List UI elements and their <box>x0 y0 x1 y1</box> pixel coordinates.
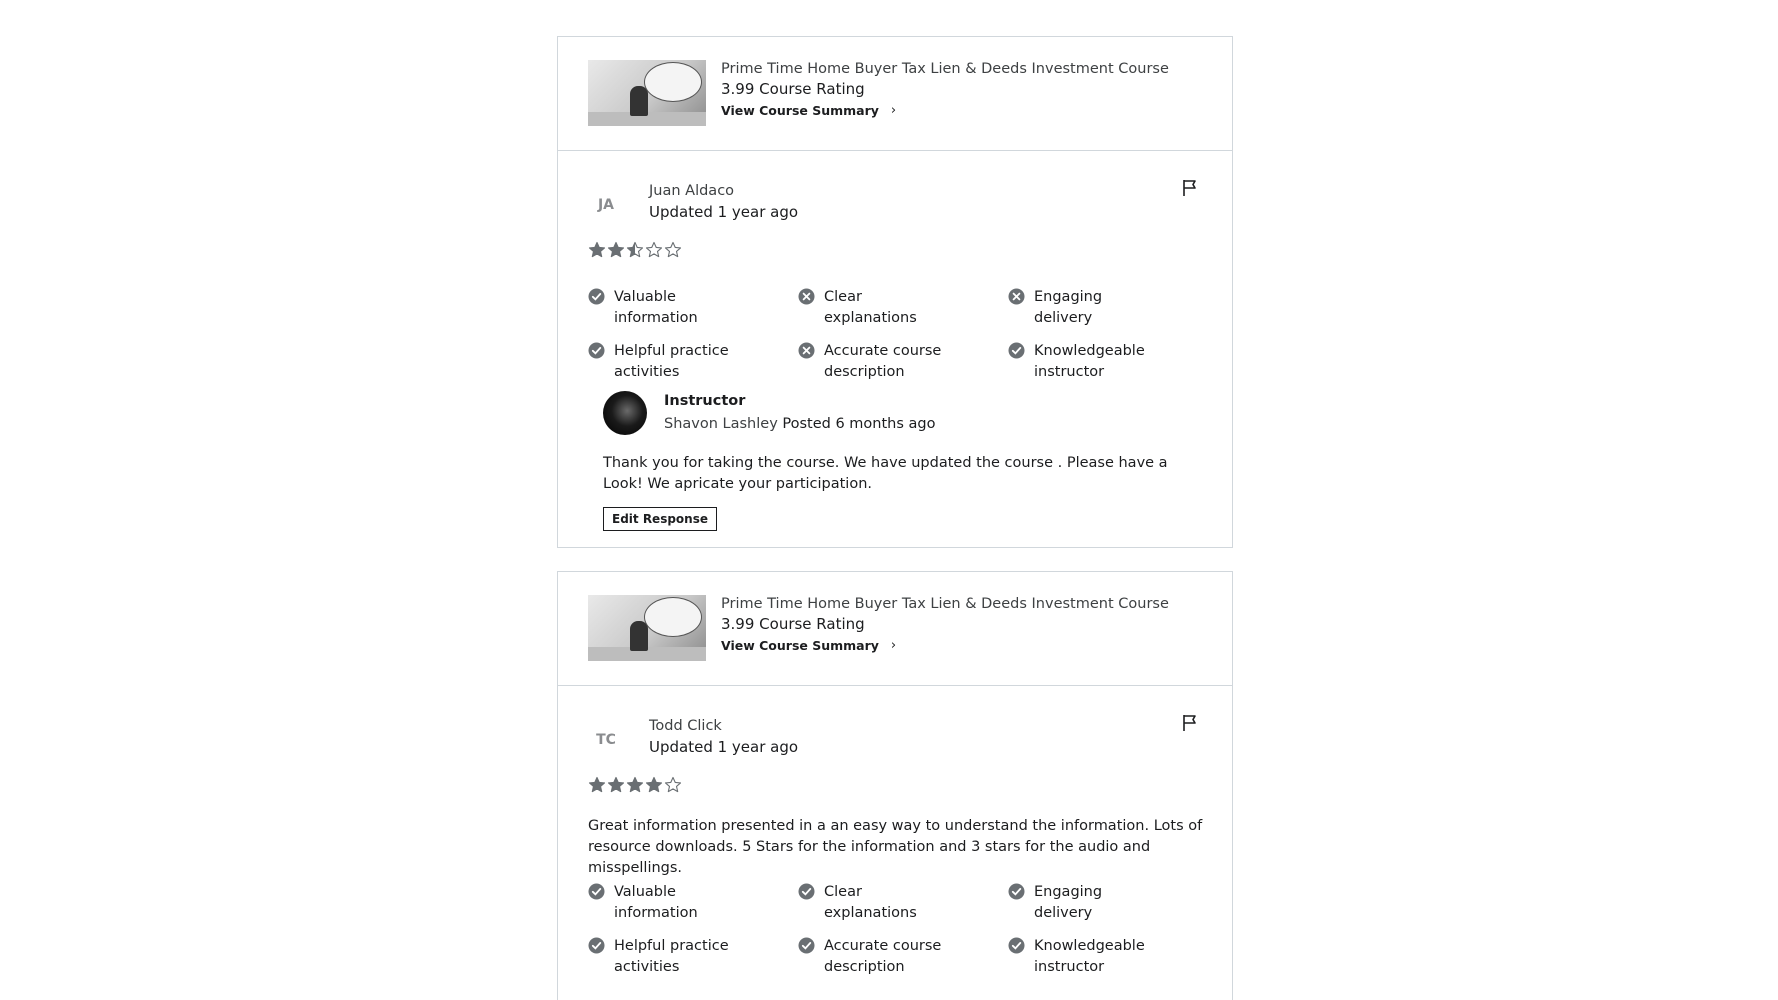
aspect-label: Engaging delivery <box>1034 289 1103 326</box>
aspect-label: Clear explanations <box>824 289 917 326</box>
check-circle-icon <box>1008 342 1025 359</box>
review-text: Great information presented in a an easy… <box>588 818 1203 876</box>
view-course-summary-label: View Course Summary <box>721 103 879 118</box>
view-course-summary-label: View Course Summary <box>721 638 879 653</box>
reviewer-name: Juan Aldaco <box>649 183 735 199</box>
reviewer-avatar: JA <box>597 197 615 213</box>
x-circle-icon <box>798 342 815 359</box>
review-card: Prime Time Home Buyer Tax Lien & Deeds I… <box>557 571 1233 1000</box>
check-circle-icon <box>1008 937 1025 954</box>
course-header: Prime Time Home Buyer Tax Lien & Deeds I… <box>558 37 1232 151</box>
aspect-item: Engaging delivery <box>1008 287 1208 329</box>
instructor-avatar <box>603 391 647 435</box>
aspect-label: Knowledgeable instructor <box>1034 938 1145 975</box>
aspect-label: Clear explanations <box>824 884 917 921</box>
check-circle-icon <box>588 288 605 305</box>
aspect-label: Valuable information <box>614 884 698 921</box>
check-circle-icon <box>1008 883 1025 900</box>
aspect-item: Valuable information <box>588 882 798 924</box>
star-half-icon <box>626 241 644 258</box>
aspect-item: Accurate course description <box>798 936 1008 978</box>
flag-icon[interactable] <box>1182 714 1198 732</box>
response-posted: Posted 6 months ago <box>782 416 936 432</box>
check-circle-icon <box>798 937 815 954</box>
response-header: Instructor Shavon Lashley Posted 6 month… <box>664 391 935 436</box>
aspect-label: Valuable information <box>614 289 698 326</box>
edit-response-button[interactable]: Edit Response <box>603 507 717 531</box>
check-circle-icon <box>798 883 815 900</box>
aspect-label: Knowledgeable instructor <box>1034 343 1145 380</box>
aspect-list: Valuable information Clear explanations En… <box>588 882 1208 978</box>
view-course-summary-link[interactable]: View Course Summary › <box>721 635 896 657</box>
x-circle-icon <box>798 288 815 305</box>
course-header: Prime Time Home Buyer Tax Lien & Deeds I… <box>558 572 1232 686</box>
aspect-label: Accurate course description <box>824 938 942 975</box>
aspect-list: Valuable information Clear explanations En… <box>588 287 1208 383</box>
response-text: Thank you for taking the course. We have… <box>603 455 1168 492</box>
aspect-label: Accurate course description <box>824 343 942 380</box>
course-rating: 3.99 Course Rating <box>721 615 865 633</box>
thumbnail-thought-cloud <box>644 597 702 637</box>
check-circle-icon <box>588 937 605 954</box>
aspect-item: Valuable information <box>588 287 798 329</box>
course-title: Prime Time Home Buyer Tax Lien & Deeds I… <box>721 596 1169 612</box>
aspect-item: Helpful practice activities <box>588 341 798 383</box>
star-full-icon <box>645 776 663 793</box>
star-empty-icon <box>664 776 682 793</box>
check-circle-icon <box>588 883 605 900</box>
aspect-item: Accurate course description <box>798 341 1008 383</box>
chevron-right-icon: › <box>890 638 897 653</box>
aspect-item: Engaging delivery <box>1008 882 1208 924</box>
view-course-summary-link[interactable]: View Course Summary › <box>721 100 896 122</box>
instructor-name: Shavon Lashley <box>664 416 778 432</box>
aspect-label: Helpful practice activities <box>614 343 729 380</box>
star-empty-icon <box>645 241 663 258</box>
course-rating: 3.99 Course Rating <box>721 80 865 98</box>
star-full-icon <box>588 241 606 258</box>
review-date: Updated 1 year ago <box>649 203 799 221</box>
reviewer-name: Todd Click <box>649 718 722 734</box>
course-thumbnail[interactable] <box>588 595 706 661</box>
star-rating <box>588 241 682 259</box>
course-info: Prime Time Home Buyer Tax Lien & Deeds I… <box>721 594 1169 657</box>
course-thumbnail[interactable] <box>588 60 706 126</box>
aspect-label: Engaging delivery <box>1034 884 1103 921</box>
reviewer-info: Juan Aldaco Updated 1 year ago <box>649 181 798 223</box>
aspect-item: Clear explanations <box>798 882 1008 924</box>
review-card: Prime Time Home Buyer Tax Lien & Deeds I… <box>557 36 1233 548</box>
star-full-icon <box>607 241 625 258</box>
star-full-icon <box>607 776 625 793</box>
aspect-item: Knowledgeable instructor <box>1008 341 1208 383</box>
x-circle-icon <box>1008 288 1025 305</box>
response-role: Instructor <box>664 393 746 409</box>
aspect-item: Knowledgeable instructor <box>1008 936 1208 978</box>
aspect-item: Clear explanations <box>798 287 1008 329</box>
star-full-icon <box>588 776 606 793</box>
star-empty-icon <box>664 241 682 258</box>
thumbnail-person <box>630 621 648 651</box>
course-info: Prime Time Home Buyer Tax Lien & Deeds I… <box>721 59 1169 122</box>
thumbnail-thought-cloud <box>644 62 702 102</box>
chevron-right-icon: › <box>890 103 897 118</box>
reviewer-info: Todd Click Updated 1 year ago <box>649 716 798 758</box>
course-title: Prime Time Home Buyer Tax Lien & Deeds I… <box>721 61 1169 77</box>
review-date: Updated 1 year ago <box>649 738 799 756</box>
aspect-label: Helpful practice activities <box>614 938 729 975</box>
star-full-icon <box>626 776 644 793</box>
flag-icon[interactable] <box>1182 179 1198 197</box>
aspect-item: Helpful practice activities <box>588 936 798 978</box>
star-rating <box>588 776 682 794</box>
thumbnail-person <box>630 86 648 116</box>
reviewer-avatar: TC <box>596 732 616 748</box>
check-circle-icon <box>588 342 605 359</box>
response-meta: Shavon Lashley Posted 6 months ago <box>664 412 935 436</box>
